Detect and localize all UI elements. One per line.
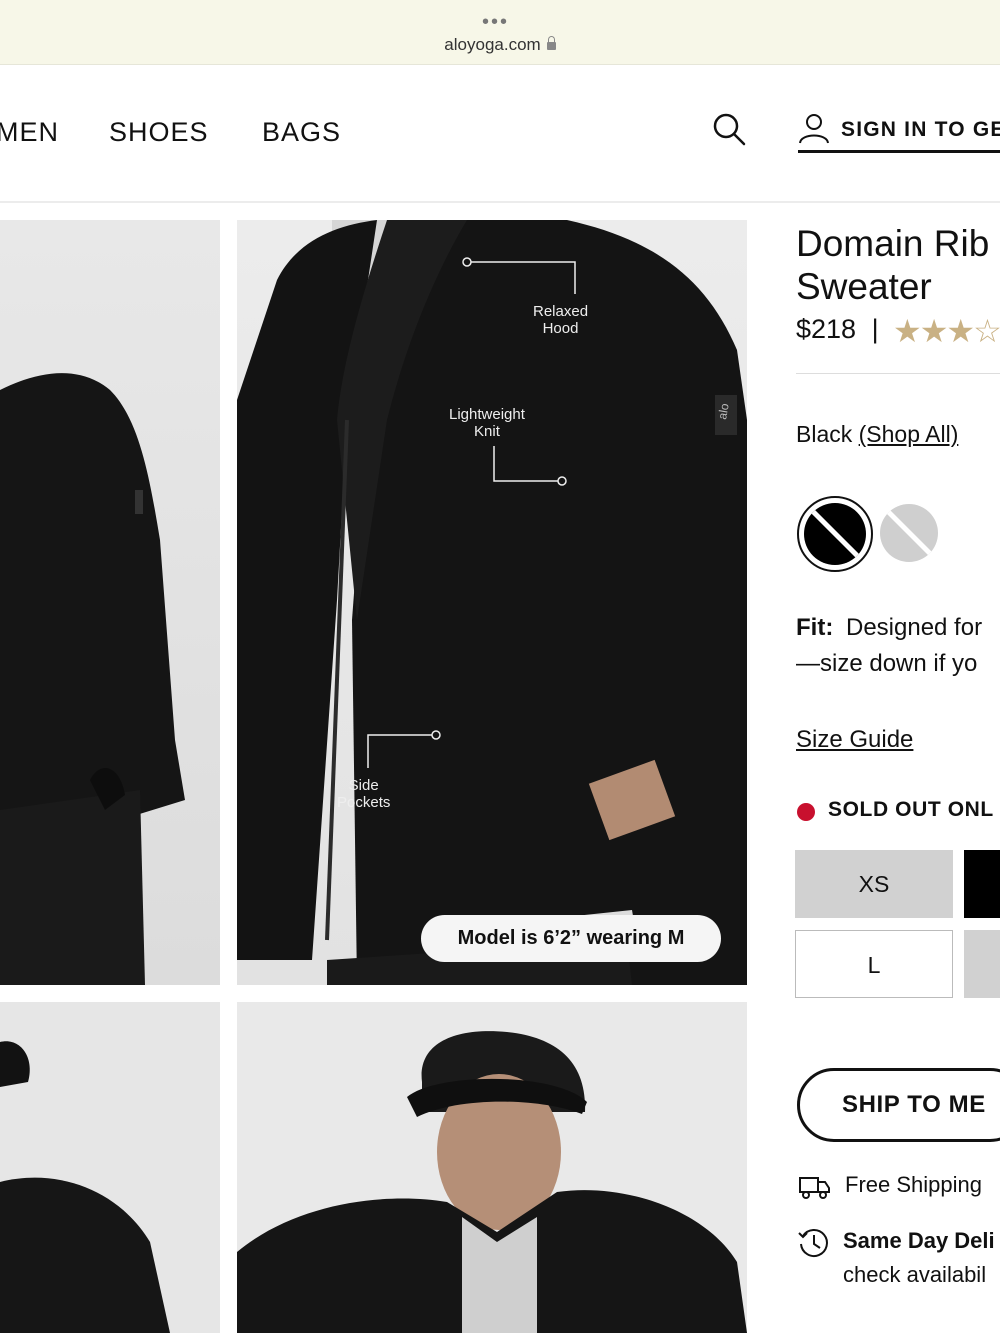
product-title-line: Sweater	[796, 266, 932, 307]
callout-text-line: Side	[348, 777, 379, 794]
product-title-line: Domain Rib	[796, 223, 990, 264]
clock-history-icon	[798, 1229, 828, 1257]
sweater-side-illustration	[0, 373, 185, 985]
url-text[interactable]: aloyoga.com	[0, 35, 1000, 55]
truck-icon	[799, 1177, 830, 1199]
color-swatch-black[interactable]	[797, 496, 873, 572]
url-label: aloyoga.com	[444, 35, 541, 54]
size-option-l[interactable]: L	[795, 930, 953, 998]
size-guide-link[interactable]: Size Guide	[796, 726, 913, 754]
color-label: Black	[796, 421, 853, 447]
cap-side-illustration	[0, 1041, 170, 1333]
fit-description: Fit: Designed for	[796, 614, 982, 642]
color-row: Black (Shop All)	[796, 421, 958, 448]
shop-all-link[interactable]: (Shop All)	[859, 421, 959, 447]
product-photo-main[interactable]: alo Relaxed Hood Lightweight Knit Side P…	[237, 220, 747, 985]
ship-to-me-button[interactable]: SHIP TO ME	[797, 1068, 1000, 1142]
lock-icon	[546, 36, 556, 50]
user-icon	[799, 114, 829, 144]
callout-relaxed-hood: Relaxed Hood	[533, 303, 588, 337]
browser-menu-dots[interactable]: •••	[482, 11, 509, 34]
color-swatch-grey[interactable]	[880, 504, 938, 562]
same-day-delivery-text: Same Day Deli	[843, 1228, 995, 1253]
search-icon[interactable]	[712, 112, 746, 146]
product-title: Domain Rib Sweater	[796, 222, 989, 308]
nav-item-men[interactable]: MEN	[0, 117, 59, 148]
nav-item-shoes[interactable]: SHOES	[109, 117, 209, 148]
price-separator: |	[871, 314, 879, 344]
nav-item-bags[interactable]: BAGS	[262, 117, 341, 148]
callout-lightweight-knit: Lightweight Knit	[449, 406, 525, 440]
sign-in-link[interactable]: SIGN IN TO GE	[798, 112, 1000, 153]
rating-stars[interactable]: ★★★☆	[893, 312, 1000, 350]
callout-text-line: Knit	[474, 423, 500, 440]
callout-text-line: Lightweight	[449, 406, 525, 423]
free-shipping-text: Free Shipping	[845, 1172, 982, 1197]
sold-out-dot	[797, 803, 815, 821]
product-photo-cap-front[interactable]	[237, 1002, 747, 1333]
callout-text-line: Pockets	[337, 794, 391, 811]
size-option-unavailable[interactable]	[964, 930, 1000, 998]
callout-text-line: Relaxed	[533, 303, 589, 320]
product-price: $218	[796, 314, 857, 344]
fit-label: Fit:	[796, 614, 834, 641]
divider	[796, 373, 1000, 374]
sign-in-label: SIGN IN TO GE	[841, 118, 1000, 141]
model-info-badge: Model is 6’2” wearing M	[421, 915, 721, 962]
callout-side-pockets: Side Pockets	[337, 777, 390, 811]
product-photo-cap-side[interactable]	[0, 1002, 220, 1333]
model-face-illustration	[237, 1031, 747, 1333]
sleeve-logo-text: alo	[715, 402, 732, 421]
callout-text-line: Hood	[542, 320, 579, 337]
sweater-front-illustration: alo	[237, 220, 747, 985]
stock-status: SOLD OUT ONL	[828, 798, 994, 821]
check-availability-text[interactable]: check availabil	[843, 1262, 986, 1288]
size-option-xs[interactable]: XS	[795, 850, 953, 918]
fit-text: Designed for	[845, 614, 983, 641]
product-photo-side[interactable]	[0, 220, 220, 985]
size-option-selected[interactable]	[964, 850, 1000, 918]
fit-text-line2: —size down if yo	[796, 650, 978, 677]
price-row: $218 |	[796, 314, 879, 345]
